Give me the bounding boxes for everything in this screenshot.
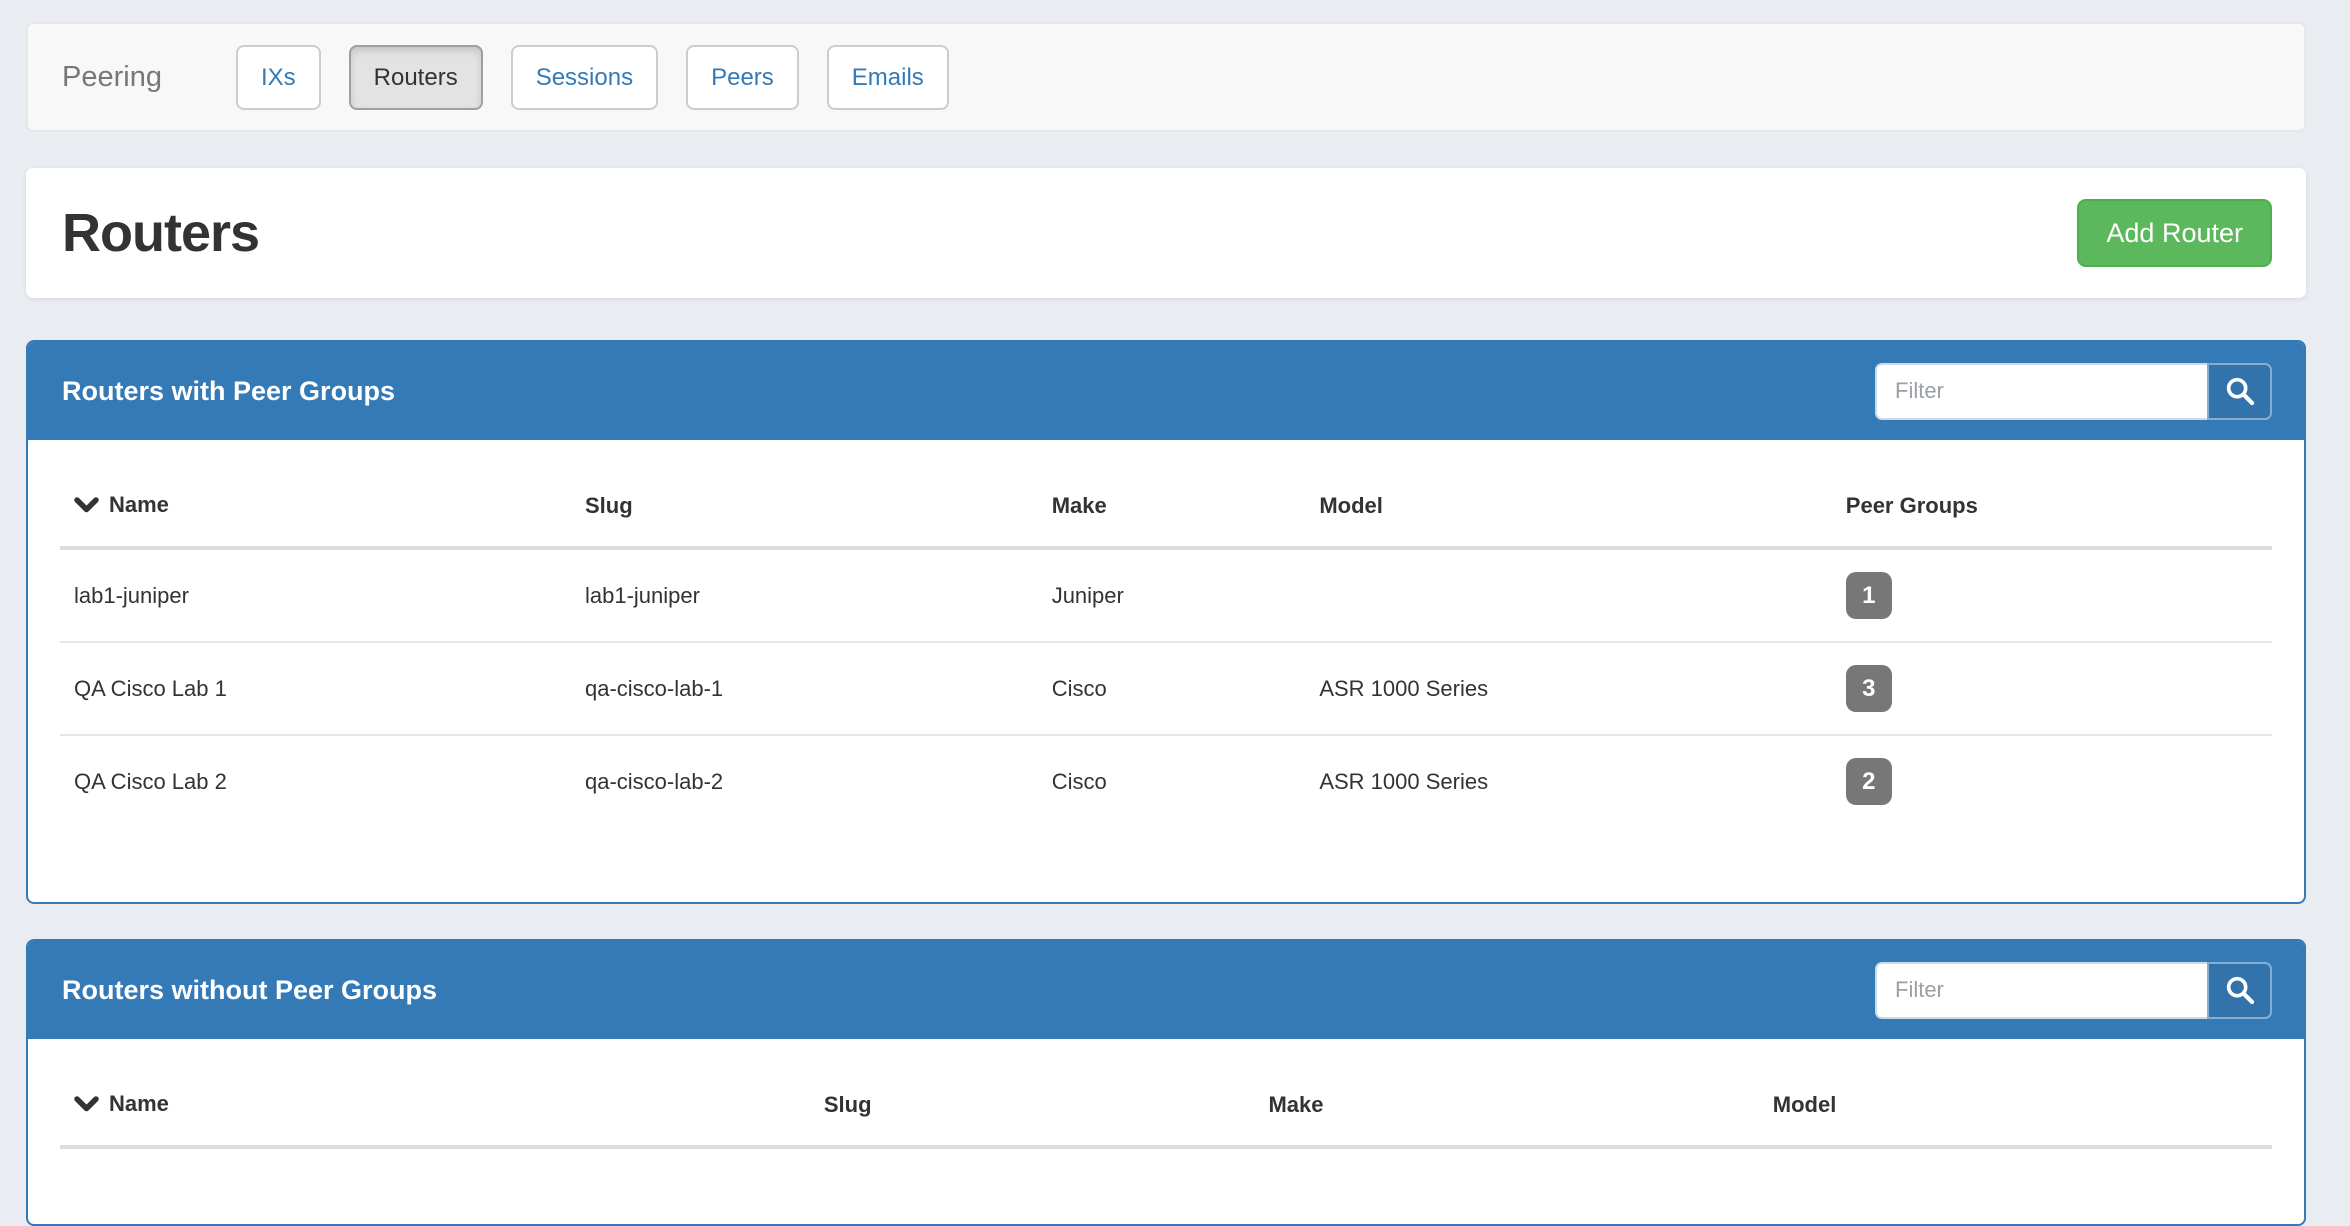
routers-with-peer-groups-table: Name Slug Make Model Peer Groups lab1-ju… (60, 462, 2272, 827)
nav-button-peers[interactable]: Peers (686, 45, 799, 110)
cell-slug: lab1-juniper (571, 548, 1038, 642)
table-row: lab1-juniper lab1-juniper Juniper 1 (60, 548, 2272, 642)
column-header-model[interactable]: Model (1759, 1061, 2272, 1147)
nav-button-sessions[interactable]: Sessions (511, 45, 658, 110)
peer-group-count-badge: 1 (1846, 572, 1892, 619)
search-button[interactable] (2207, 363, 2272, 420)
cell-make: Cisco (1038, 642, 1306, 735)
column-header-peer-groups[interactable]: Peer Groups (1832, 462, 2272, 548)
column-header-model[interactable]: Model (1305, 462, 1831, 548)
cell-peer-groups: 1 (1832, 548, 2272, 642)
cell-make: Cisco (1038, 735, 1306, 827)
cell-name: QA Cisco Lab 1 (60, 642, 571, 735)
panel-body: Name Slug Make Model Peer Groups lab1-ju… (28, 440, 2304, 902)
panel-title: Routers without Peer Groups (62, 975, 437, 1006)
table-row: QA Cisco Lab 2 qa-cisco-lab-2 Cisco ASR … (60, 735, 2272, 827)
filter-group (1875, 962, 2272, 1019)
column-header-make[interactable]: Make (1254, 1061, 1758, 1147)
filter-group (1875, 363, 2272, 420)
search-button[interactable] (2207, 962, 2272, 1019)
nav-button-routers[interactable]: Routers (349, 45, 483, 110)
panel-routers-with-peer-groups: Routers with Peer Groups (26, 340, 2306, 904)
panel-title: Routers with Peer Groups (62, 376, 395, 407)
cell-name: QA Cisco Lab 2 (60, 735, 571, 827)
filter-input[interactable] (1875, 962, 2207, 1019)
column-header-label: Name (109, 1091, 169, 1116)
magnifier-icon (2223, 973, 2257, 1007)
navbar-brand[interactable]: Peering (62, 61, 162, 94)
cell-make: Juniper (1038, 548, 1306, 642)
panel-routers-without-peer-groups: Routers without Peer Groups (26, 939, 2306, 1226)
page-container: Peering IXs Routers Sessions Peers Email… (26, 0, 2306, 1226)
peer-group-count-badge: 3 (1846, 665, 1892, 712)
chevron-down-icon (74, 1091, 99, 1121)
cell-model (1305, 548, 1831, 642)
magnifier-icon (2223, 374, 2257, 408)
peer-group-count-badge: 2 (1846, 758, 1892, 805)
nav-button-emails[interactable]: Emails (827, 45, 949, 110)
column-header-slug[interactable]: Slug (810, 1061, 1255, 1147)
column-header-make[interactable]: Make (1038, 462, 1306, 548)
cell-model: ASR 1000 Series (1305, 642, 1831, 735)
cell-slug: qa-cisco-lab-1 (571, 642, 1038, 735)
table-row: QA Cisco Lab 1 qa-cisco-lab-1 Cisco ASR … (60, 642, 2272, 735)
panel-heading: Routers with Peer Groups (28, 342, 2304, 440)
routers-without-peer-groups-table: Name Slug Make Model (60, 1061, 2272, 1149)
nav-button-ixs[interactable]: IXs (236, 45, 321, 110)
column-header-name[interactable]: Name (60, 462, 571, 548)
column-header-label: Name (109, 492, 169, 517)
panel-body: Name Slug Make Model (28, 1039, 2304, 1224)
cell-peer-groups: 2 (1832, 735, 2272, 827)
panel-heading: Routers without Peer Groups (28, 941, 2304, 1039)
peering-navbar: Peering IXs Routers Sessions Peers Email… (26, 22, 2306, 132)
column-header-name[interactable]: Name (60, 1061, 810, 1147)
chevron-down-icon (74, 492, 99, 522)
add-router-button[interactable]: Add Router (2077, 199, 2272, 267)
table-header-row: Name Slug Make Model Peer Groups (60, 462, 2272, 548)
navbar-buttons: IXs Routers Sessions Peers Emails (236, 45, 949, 110)
cell-name: lab1-juniper (60, 548, 571, 642)
cell-peer-groups: 3 (1832, 642, 2272, 735)
table-header-row: Name Slug Make Model (60, 1061, 2272, 1147)
page-title: Routers (62, 202, 259, 264)
filter-input[interactable] (1875, 363, 2207, 420)
cell-model: ASR 1000 Series (1305, 735, 1831, 827)
column-header-slug[interactable]: Slug (571, 462, 1038, 548)
page-header-card: Routers Add Router (26, 168, 2306, 298)
cell-slug: qa-cisco-lab-2 (571, 735, 1038, 827)
